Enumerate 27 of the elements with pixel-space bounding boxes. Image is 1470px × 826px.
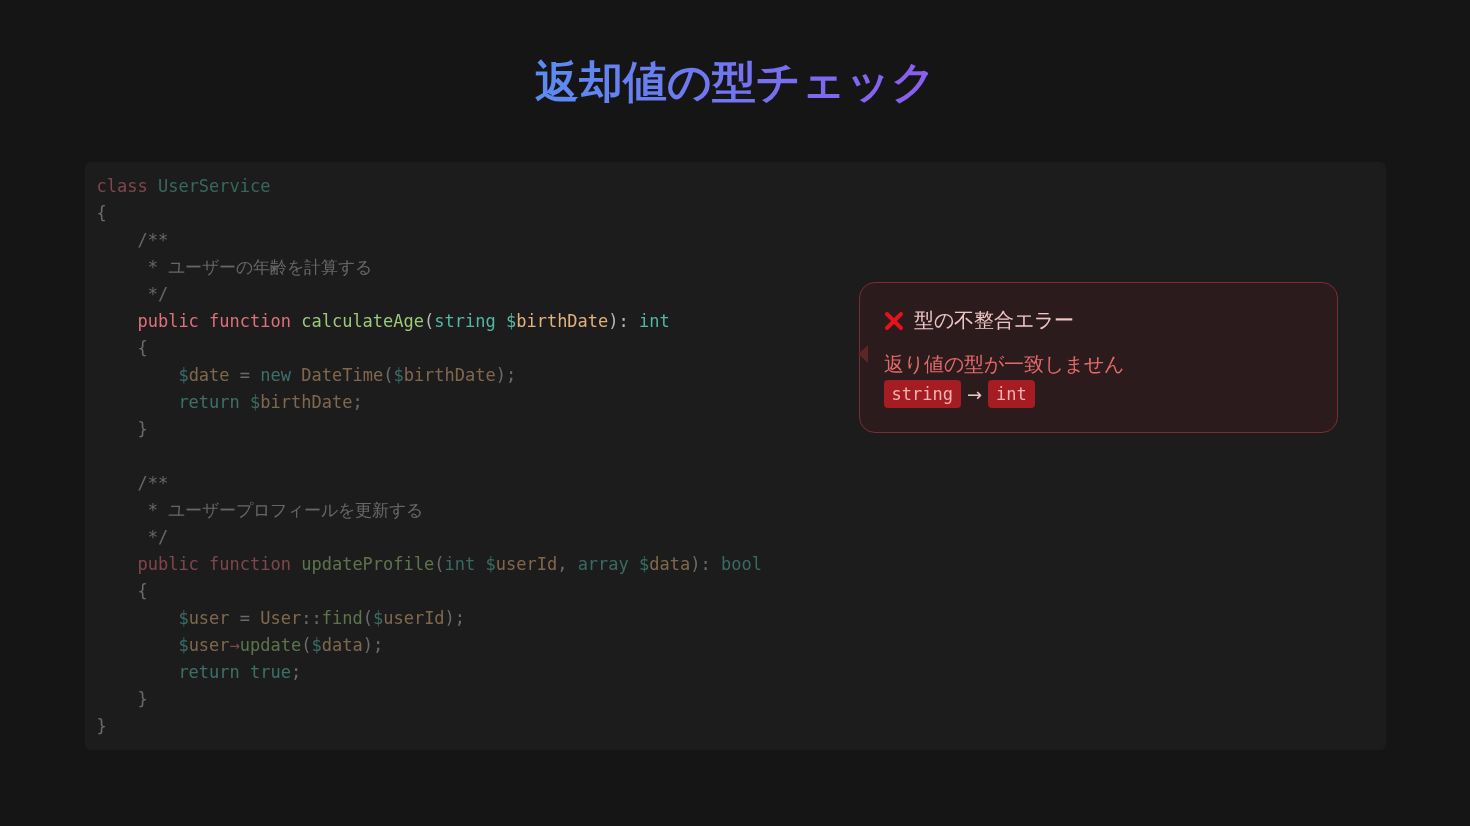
arrow-text: →: [966, 383, 982, 405]
code-line: */: [146, 526, 169, 549]
code-line: * ユーザープロフィールを更新する: [146, 499, 424, 522]
code-line: return true;: [177, 661, 302, 684]
code-line: * ユーザーの年齢を計算する: [146, 256, 373, 279]
code-line: }: [136, 688, 148, 711]
type-tag: string: [883, 380, 961, 408]
code-line: {: [136, 337, 148, 360]
code-line: {: [136, 580, 148, 603]
code-line: }: [136, 418, 148, 441]
code-line: public function updateProfile(int $userId, array $data): bool: [136, 553, 762, 576]
code-line: $user = User::find($userId);: [177, 607, 466, 630]
error-title: 型の不整合エラー: [913, 307, 1074, 334]
code-line: return $birthDate;: [177, 391, 363, 414]
callout-pointer: [857, 345, 868, 363]
code-line: */: [146, 283, 169, 306]
error-message: 返り値の型が一致しません: [883, 351, 1124, 378]
code-line: /**: [136, 472, 169, 495]
code-line: }: [96, 715, 107, 738]
code-line: /**: [136, 229, 169, 252]
code-line: $user→update($data);: [177, 634, 384, 657]
code-line: public function calculateAge(string $birthDate): int: [136, 310, 670, 333]
code-line: class UserService: [96, 175, 271, 198]
close-icon: [883, 310, 904, 331]
code-line: {: [96, 202, 107, 225]
type-tag: int: [988, 380, 1035, 408]
code-line: $date = new DateTime($birthDate);: [177, 364, 517, 387]
